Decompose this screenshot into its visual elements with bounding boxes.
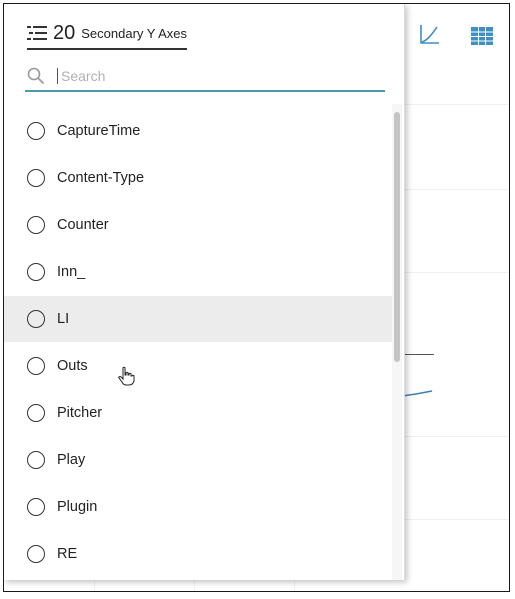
line-chart-icon[interactable]	[418, 22, 442, 46]
radio-button[interactable]	[27, 263, 45, 281]
search-input[interactable]	[57, 68, 361, 84]
scrollbar-thumb[interactable]	[394, 112, 400, 362]
radio-button[interactable]	[27, 216, 45, 234]
list-item-label: Pitcher	[57, 405, 103, 421]
radio-button[interactable]	[27, 498, 45, 516]
chart-gridline	[94, 580, 95, 591]
list-item-label: Content-Type	[57, 170, 145, 186]
chart-gridline	[404, 104, 509, 105]
radio-button[interactable]	[27, 404, 45, 422]
chart-gridline	[404, 519, 509, 520]
table-icon[interactable]	[470, 24, 494, 48]
partial-list-item	[28, 92, 48, 94]
list-item[interactable]: Counter	[4, 202, 392, 248]
field-list: CaptureTime Content-Type Counter Inn_ LI…	[4, 92, 392, 580]
list-item[interactable]: Plugin	[4, 484, 392, 530]
screenshot-frame: 20 Secondary Y Axes CaptureTime Content-…	[3, 3, 510, 592]
secondary-y-axes-dropdown: 20 Secondary Y Axes CaptureTime Content-…	[4, 4, 405, 580]
list-item[interactable]: RE	[4, 531, 392, 577]
radio-button[interactable]	[27, 169, 45, 187]
radio-button[interactable]	[27, 310, 45, 328]
chart-gridline	[404, 272, 509, 273]
list-item[interactable]: CaptureTime	[4, 108, 392, 154]
list-item-label: Outs	[57, 358, 88, 374]
chart-axis-line	[404, 354, 434, 355]
search-box	[25, 62, 385, 92]
list-item-label: CaptureTime	[57, 123, 141, 139]
hand-cursor-icon	[118, 366, 135, 386]
chart-gridline	[194, 580, 195, 591]
list-item-label: Inn_	[57, 264, 86, 280]
list-item[interactable]: Pitcher	[4, 390, 392, 436]
chart-gridline	[404, 189, 509, 190]
dropdown-title: Secondary Y Axes	[81, 25, 188, 41]
list-icon	[27, 26, 47, 40]
list-item[interactable]: Play	[4, 437, 392, 483]
list-item-label: Counter	[57, 217, 109, 233]
list-item-label: Play	[57, 452, 86, 468]
radio-button[interactable]	[27, 357, 45, 375]
search-icon	[27, 67, 45, 85]
list-item[interactable]: Content-Type	[4, 155, 392, 201]
list-item[interactable]: Outs	[4, 343, 392, 389]
dropdown-header[interactable]: 20 Secondary Y Axes	[27, 20, 188, 50]
chart-series-line	[402, 390, 433, 397]
radio-button[interactable]	[27, 451, 45, 469]
list-item-label: RE	[57, 546, 78, 562]
list-item[interactable]: LI	[4, 296, 392, 342]
list-item-label: Plugin	[57, 499, 98, 515]
chart-gridline	[404, 436, 509, 437]
list-item[interactable]: Inn_	[4, 249, 392, 295]
chart-gridline	[294, 580, 295, 591]
radio-button[interactable]	[27, 122, 45, 140]
list-item-label: LI	[57, 311, 70, 327]
radio-button[interactable]	[27, 545, 45, 563]
selection-count: 20	[53, 21, 76, 44]
